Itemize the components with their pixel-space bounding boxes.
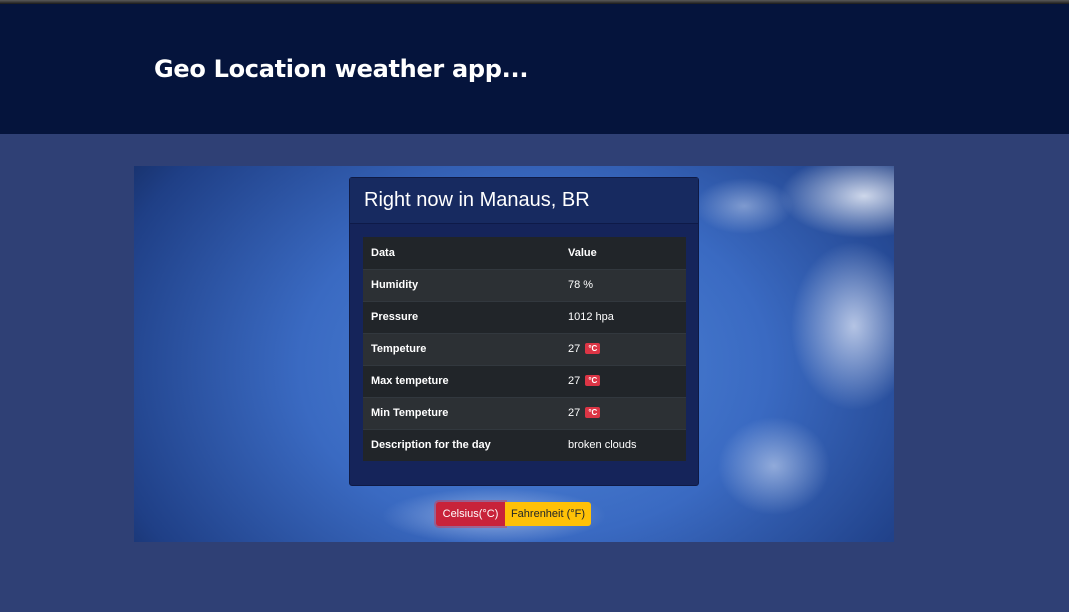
weather-card: Right now in Manaus, BR Data Value Humid… [349, 177, 699, 486]
table-row-min-temperature: Min Tempeture 27 °C [363, 396, 686, 429]
row-value: broken clouds [560, 428, 686, 461]
table-row-pressure: Pressure 1012 hpa [363, 300, 686, 333]
table-row-max-temperature: Max tempeture 27 °C [363, 364, 686, 397]
fahrenheit-button[interactable]: Fahrenheit (°F) [505, 502, 591, 526]
row-label: Min Tempeture [363, 396, 560, 429]
app-header: Geo Location weather app... [0, 4, 1069, 134]
row-value: 27 °C [560, 396, 686, 429]
unit-badge: °C [585, 407, 601, 418]
celsius-button[interactable]: Celsius(°C) [436, 502, 505, 526]
weather-table: Data Value Humidity 78 % Pressure 1012 h… [363, 237, 686, 461]
min-temperature-value: 27 [568, 407, 581, 419]
row-value: 27 °C [560, 332, 686, 365]
table-row-temperature: Tempeture 27 °C [363, 332, 686, 365]
table-row-description: Description for the day broken clouds [363, 428, 686, 461]
table-row-humidity: Humidity 78 % [363, 268, 686, 301]
description-value: broken clouds [568, 439, 637, 452]
temperature-value: 27 [568, 343, 581, 355]
table-header-row: Data Value [363, 237, 686, 269]
unit-badge: °C [585, 375, 601, 386]
unit-toggle-group: Celsius(°C) Fahrenheit (°F) [436, 502, 591, 526]
card-header: Right now in Manaus, BR [350, 178, 698, 224]
max-temperature-value: 27 [568, 375, 581, 387]
row-value: 1012 hpa [560, 300, 686, 333]
humidity-value: 78 % [568, 279, 594, 291]
pressure-value: 1012 hpa [568, 311, 614, 323]
row-label: Max tempeture [363, 364, 560, 397]
column-header-data: Data [363, 237, 560, 269]
column-header-value: Value [560, 237, 686, 269]
row-value: 27 °C [560, 364, 686, 397]
row-label: Pressure [363, 300, 560, 333]
location-title: Right now in Manaus, BR [364, 189, 590, 211]
unit-badge: °C [585, 343, 601, 354]
app-title: Geo Location weather app... [154, 55, 529, 83]
row-label: Tempeture [363, 332, 560, 365]
row-label: Description for the day [363, 428, 560, 461]
row-value: 78 % [560, 268, 686, 301]
row-label: Humidity [363, 268, 560, 301]
